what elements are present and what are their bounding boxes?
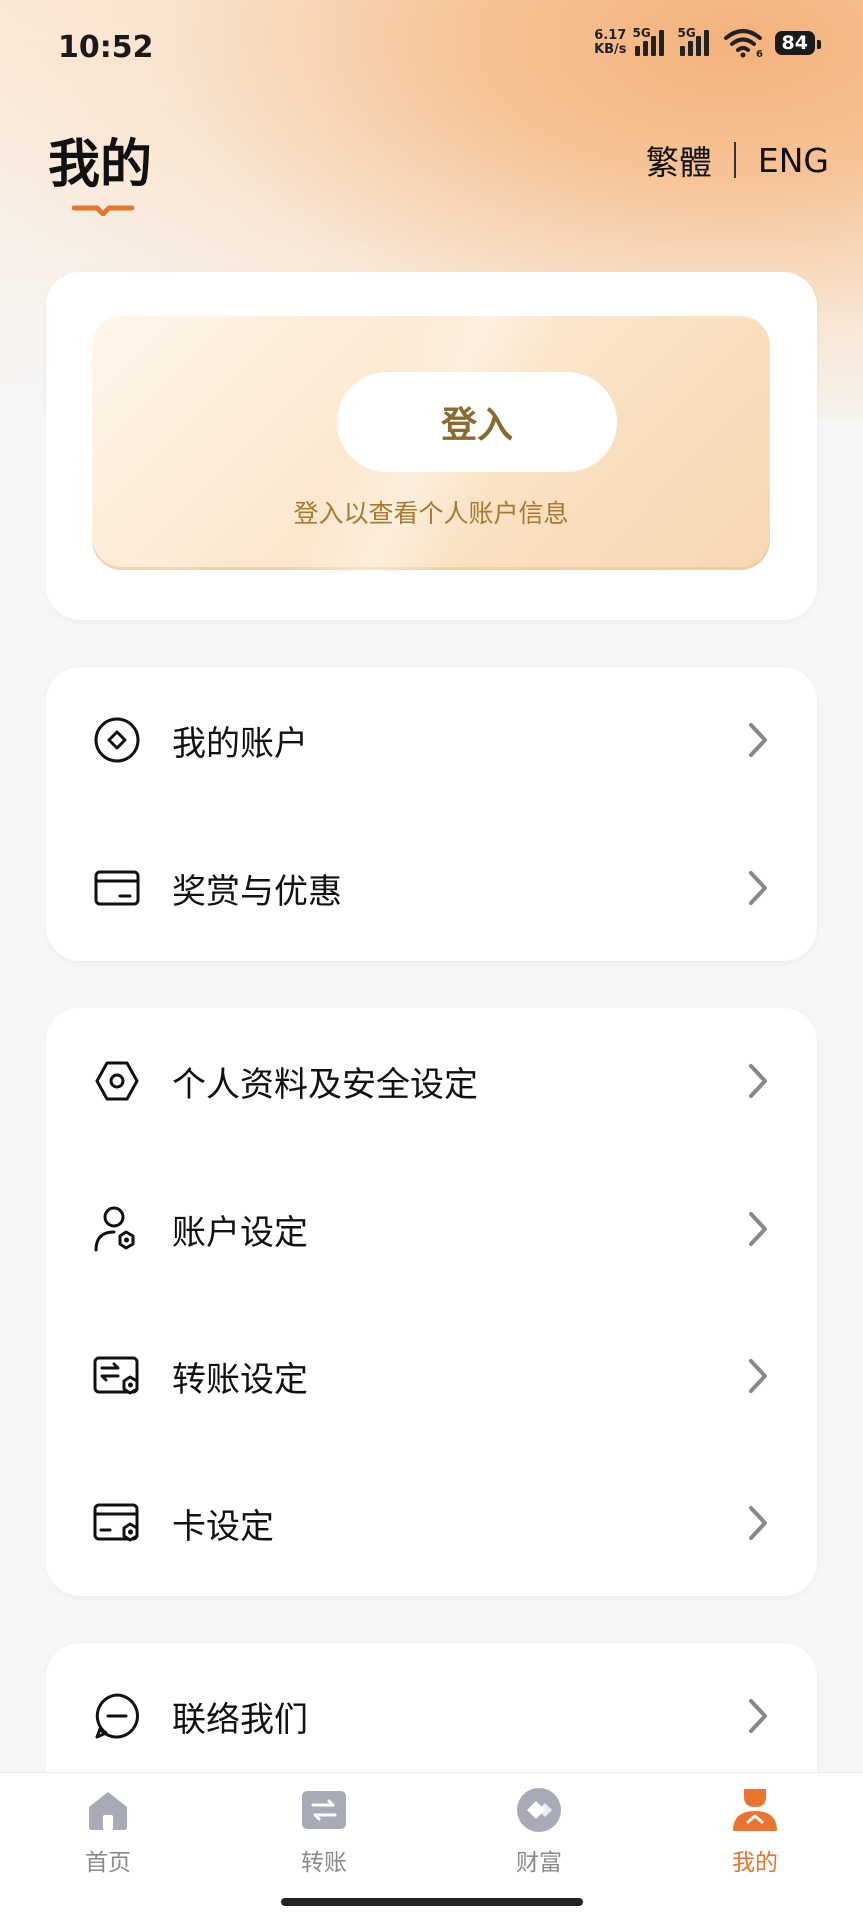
card-settings-icon	[93, 1503, 139, 1542]
battery-indicator: 84	[774, 31, 822, 55]
status-bar: 10:52 6.17 KB/s 5G 5G 6 84	[0, 0, 863, 90]
chevron-right-icon	[749, 871, 767, 905]
menu-item-label: 我的账户	[172, 723, 308, 764]
settings-menu-card: 个人资料及安全设定 账户设定 转账设定 卡设定	[46, 1008, 817, 1596]
login-card: 登入 登入以查看个人账户信息	[46, 272, 817, 620]
menu-item-label: 账户设定	[172, 1212, 308, 1253]
menu-item-account-settings[interactable]: 账户设定	[46, 1156, 817, 1302]
menu-item-profile-security[interactable]: 个人资料及安全设定	[46, 1008, 817, 1154]
menu-item-label: 联络我们	[172, 1699, 308, 1740]
menu-item-rewards[interactable]: 奖赏与优惠	[46, 815, 817, 961]
login-panel: 登入 登入以查看个人账户信息	[92, 316, 770, 570]
status-icons: 6.17 KB/s 5G 5G 6 84	[594, 26, 822, 58]
wifi-icon: 6	[723, 29, 763, 58]
page-title: 我的	[48, 135, 153, 195]
menu-item-label: 转账设定	[172, 1359, 308, 1400]
tab-label: 我的	[732, 1850, 778, 1876]
hexagon-icon	[95, 1061, 139, 1101]
tab-label: 财富	[516, 1850, 562, 1876]
menu-item-contact-us[interactable]: 联络我们	[46, 1643, 817, 1789]
tab-label: 转账	[301, 1850, 347, 1876]
user-settings-icon	[94, 1206, 135, 1252]
transfer-settings-icon	[93, 1356, 139, 1395]
tab-transfer[interactable]: 转账	[254, 1785, 394, 1895]
menu-item-label: 个人资料及安全设定	[172, 1064, 478, 1105]
login-button[interactable]: 登入	[337, 372, 617, 472]
menu-item-card-settings[interactable]: 卡设定	[46, 1450, 817, 1596]
card-icon	[94, 870, 140, 906]
home-indicator[interactable]	[281, 1898, 583, 1906]
svg-text:6: 6	[756, 49, 763, 58]
chevron-right-icon	[749, 1699, 767, 1733]
menu-item-my-account[interactable]: 我的账户	[46, 667, 817, 813]
chevron-right-icon	[749, 723, 767, 757]
lang-divider	[733, 142, 736, 178]
signal-2-icon: 5G	[678, 26, 709, 56]
menu-item-label: 奖赏与优惠	[172, 871, 342, 912]
menu-item-label: 卡设定	[172, 1506, 274, 1547]
menu-item-transfer-settings[interactable]: 转账设定	[46, 1303, 817, 1449]
account-menu-card: 我的账户 奖赏与优惠	[46, 667, 817, 961]
title-underline-mark	[72, 205, 134, 216]
wealth-icon	[517, 1788, 561, 1832]
tab-label: 首页	[85, 1850, 131, 1876]
chevron-right-icon	[749, 1506, 767, 1540]
language-switcher: 繁體 ENG	[646, 136, 829, 184]
signal-1-icon: 5G	[633, 26, 664, 56]
tab-wealth[interactable]: 财富	[469, 1785, 609, 1895]
transfer-icon	[302, 1791, 346, 1829]
chat-icon	[95, 1693, 139, 1739]
tab-home[interactable]: 首页	[38, 1785, 178, 1895]
tab-profile[interactable]: 我的	[685, 1785, 825, 1895]
status-time: 10:52	[58, 30, 154, 65]
lang-english-button[interactable]: ENG	[758, 141, 829, 180]
net-speed: 6.17 KB/s	[594, 28, 627, 57]
chevron-right-icon	[749, 1359, 767, 1393]
home-icon	[89, 1792, 127, 1830]
diamond-circle-icon	[94, 717, 140, 763]
lang-traditional-button[interactable]: 繁體	[646, 136, 712, 184]
profile-icon	[733, 1789, 777, 1831]
chevron-right-icon	[749, 1212, 767, 1246]
login-hint: 登入以查看个人账户信息	[293, 499, 569, 528]
chevron-right-icon	[749, 1064, 767, 1098]
